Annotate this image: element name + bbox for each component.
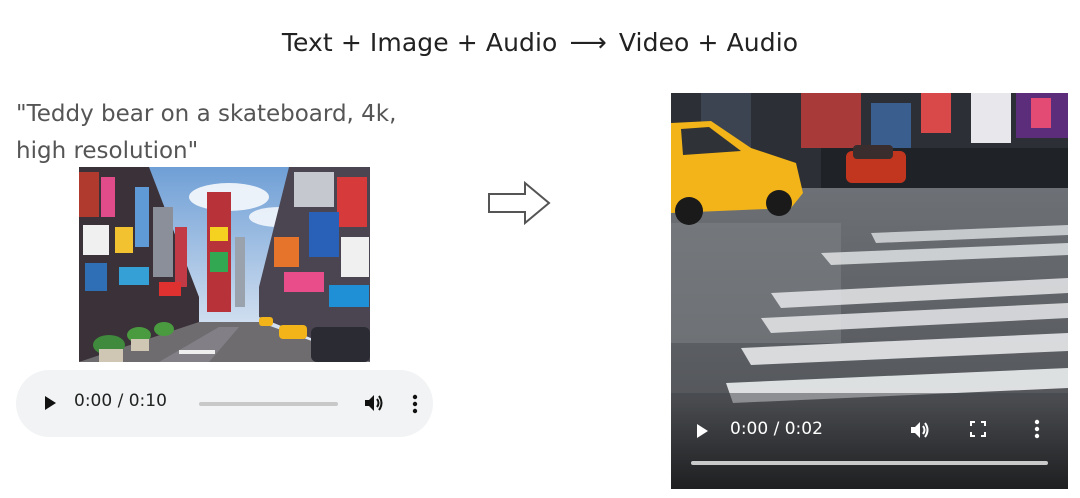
volume-icon[interactable]	[363, 393, 385, 413]
title-inputs: Text + Image + Audio	[281, 28, 558, 57]
audio-time: 0:00 / 0:10	[74, 391, 167, 411]
fullscreen-icon[interactable]	[970, 421, 986, 437]
audio-progress-slider[interactable]	[199, 402, 338, 406]
input-audio-player: 0:00 / 0:10	[16, 370, 433, 437]
text-prompt: "Teddy bear on a skateboard, 4k, high re…	[16, 96, 436, 170]
right-arrow-icon	[488, 181, 551, 225]
prompt-line-1: "Teddy bear on a skateboard, 4k,	[16, 101, 397, 127]
times-square-image	[79, 167, 370, 362]
title-arrow: ⟶	[569, 28, 607, 58]
page-title: Text + Image + Audio ⟶ Video + Audio	[0, 28, 1080, 58]
output-video-player[interactable]: 0:00 / 0:02	[671, 93, 1068, 489]
title-outputs: Video + Audio	[618, 28, 799, 57]
video-time: 0:00 / 0:02	[730, 419, 823, 439]
more-options-icon[interactable]	[1034, 419, 1040, 439]
volume-icon[interactable]	[909, 420, 931, 440]
play-icon[interactable]	[43, 395, 57, 411]
input-image	[79, 167, 370, 362]
prompt-line-2: high resolution"	[16, 138, 199, 164]
video-controls-overlay	[671, 399, 1068, 489]
more-options-icon[interactable]	[412, 394, 418, 414]
play-icon[interactable]	[695, 423, 709, 439]
video-progress-slider[interactable]	[691, 461, 1048, 465]
